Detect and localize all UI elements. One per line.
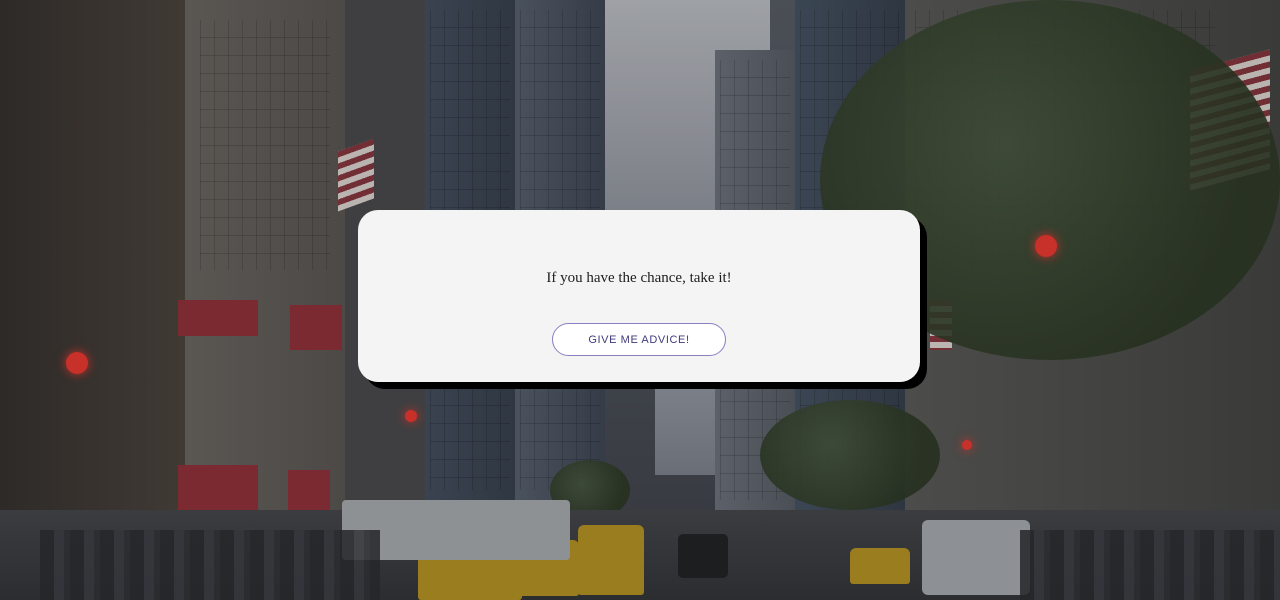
traffic-light bbox=[1035, 235, 1057, 257]
pedestrians bbox=[40, 530, 380, 600]
advice-card: If you have the chance, take it! GIVE ME… bbox=[358, 210, 920, 382]
taxi bbox=[578, 525, 644, 595]
traffic-light bbox=[66, 352, 88, 374]
give-me-advice-button[interactable]: GIVE ME ADVICE! bbox=[552, 323, 726, 356]
distant-sky bbox=[655, 385, 715, 475]
awning bbox=[178, 300, 258, 336]
traffic-light bbox=[405, 410, 417, 422]
car bbox=[678, 534, 728, 578]
awning bbox=[178, 465, 258, 513]
awning bbox=[288, 470, 330, 512]
pedestrians bbox=[1020, 530, 1280, 600]
traffic-light bbox=[962, 440, 972, 450]
van bbox=[922, 520, 1030, 595]
tree bbox=[760, 400, 940, 510]
taxi bbox=[850, 548, 910, 584]
awning bbox=[290, 305, 342, 350]
advice-text: If you have the chance, take it! bbox=[546, 270, 732, 286]
